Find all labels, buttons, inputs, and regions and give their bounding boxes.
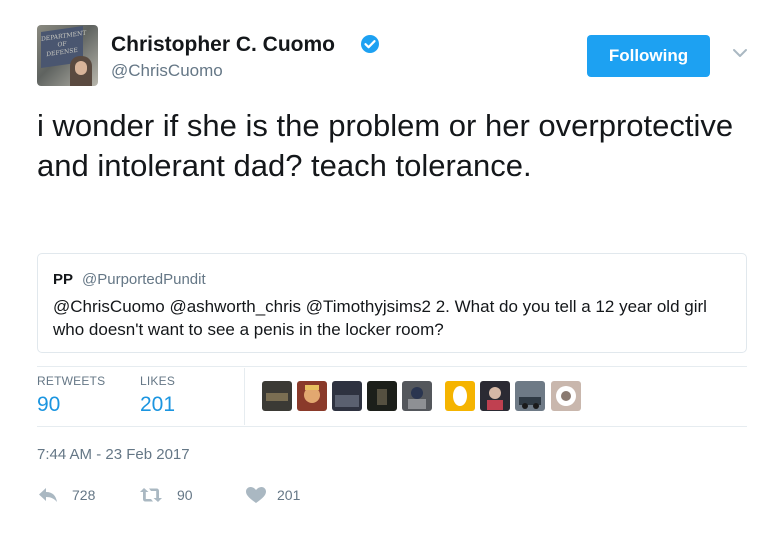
avatar[interactable]: DEPARTMENT OF DEFENSE	[37, 25, 98, 86]
reply-icon	[37, 486, 59, 504]
liker-avatar[interactable]	[551, 381, 581, 411]
retweets-label: RETWEETS	[37, 374, 106, 388]
liker-avatar[interactable]	[402, 381, 432, 411]
retweet-count: 90	[177, 487, 193, 503]
quoted-tweet-author-name: PP	[53, 271, 74, 288]
display-name[interactable]: Christopher C. Cuomo	[111, 33, 335, 57]
quoted-tweet-card[interactable]: PP @PurportedPundit @ChrisCuomo @ashwort…	[37, 253, 747, 353]
likes-value: 201	[140, 393, 176, 416]
likes-stat[interactable]: LIKES 201	[140, 374, 175, 417]
divider	[37, 366, 747, 367]
divider	[244, 368, 245, 425]
heart-icon	[245, 486, 267, 504]
tweet-text: i wonder if she is the problem or her ov…	[37, 108, 734, 183]
quoted-tweet-author-handle: @PurportedPundit	[82, 271, 206, 288]
verified-badge-icon	[361, 35, 379, 53]
avatar-person	[70, 56, 92, 86]
liker-avatar[interactable]	[367, 381, 397, 411]
retweet-button[interactable]: 90	[139, 486, 193, 504]
divider	[37, 426, 747, 427]
like-button[interactable]: 201	[245, 486, 300, 504]
quoted-tweet-text: @ChrisCuomo @ashworth_chris @Timothyjsim…	[53, 297, 707, 339]
retweets-value: 90	[37, 393, 61, 416]
retweet-icon	[139, 486, 162, 504]
reply-count: 728	[72, 487, 96, 503]
following-button[interactable]: Following	[587, 35, 710, 77]
liker-avatar[interactable]	[297, 381, 327, 411]
liker-avatar[interactable]	[515, 381, 545, 411]
like-count: 201	[277, 487, 301, 503]
liker-avatar[interactable]	[445, 381, 475, 411]
liker-avatar[interactable]	[332, 381, 362, 411]
retweets-stat[interactable]: RETWEETS 90	[37, 374, 105, 417]
liker-avatar[interactable]	[480, 381, 510, 411]
user-handle[interactable]: @ChrisCuomo	[111, 61, 223, 81]
reply-button[interactable]: 728	[37, 486, 95, 504]
tweet-timestamp[interactable]: 7:44 AM - 23 Feb 2017	[37, 446, 190, 463]
likes-label: LIKES	[140, 374, 176, 388]
chevron-down-icon[interactable]	[732, 46, 748, 58]
liker-avatar[interactable]	[262, 381, 292, 411]
